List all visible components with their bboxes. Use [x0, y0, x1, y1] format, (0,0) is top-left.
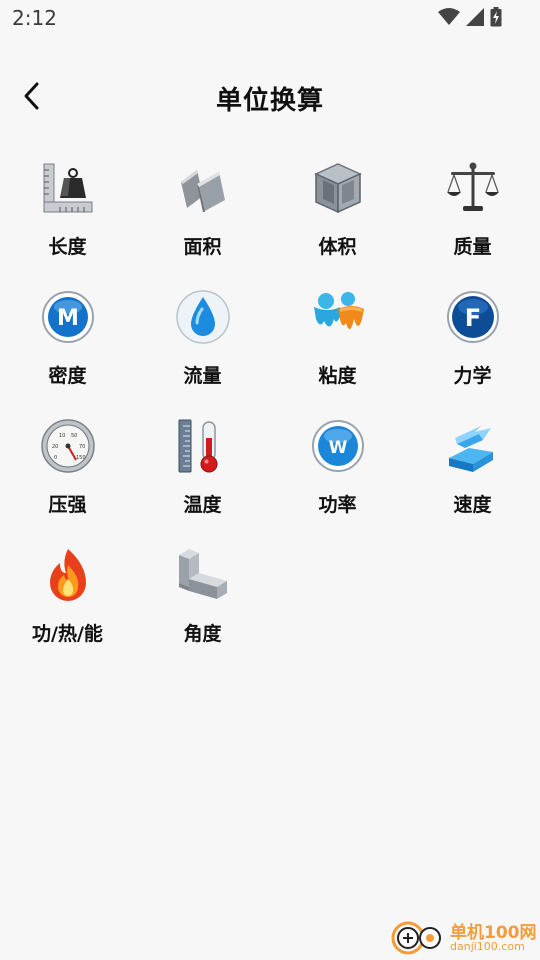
m-badge-icon: M: [40, 289, 96, 345]
category-label: 体积: [318, 236, 357, 258]
scale-icon: [445, 160, 501, 216]
battery-charging-icon: [490, 7, 502, 27]
category-temperature[interactable]: 温度: [135, 416, 270, 545]
category-label: 功率: [318, 494, 357, 516]
unit-category-grid: 长度 面积 体积 质量 M 密度 流量 粘度 F 力学 10 50 20 70 …: [0, 158, 540, 674]
thermometer-icon: [175, 418, 231, 474]
watermark: 单机100网 danji100.com: [388, 916, 537, 958]
category-label: 速度: [453, 494, 492, 516]
w-badge-icon: W: [310, 418, 366, 474]
flame-icon: [40, 547, 96, 603]
category-label: 温度: [183, 494, 222, 516]
ruler-weight-icon: [40, 160, 96, 216]
wifi-icon: [438, 8, 460, 25]
category-area[interactable]: 面积: [135, 158, 270, 287]
category-label: 粘度: [318, 365, 357, 387]
category-density[interactable]: M 密度: [0, 287, 135, 416]
angle-block-icon: [175, 547, 231, 603]
svg-text:F: F: [465, 304, 481, 332]
svg-text:10: 10: [59, 433, 65, 439]
category-mass[interactable]: 质量: [405, 158, 540, 287]
category-speed[interactable]: 速度: [405, 416, 540, 545]
panels-icon: [175, 160, 231, 216]
category-label: 密度: [48, 365, 87, 387]
status-icons: [438, 7, 502, 27]
category-volume[interactable]: 体积: [270, 158, 405, 287]
category-power[interactable]: W 功率: [270, 416, 405, 545]
speed-block-icon: [445, 418, 501, 474]
category-label: 长度: [48, 236, 87, 258]
danji-logo-icon: [391, 921, 441, 955]
svg-text:0: 0: [54, 455, 57, 461]
category-mechanics[interactable]: F 力学: [405, 287, 540, 416]
category-flow[interactable]: 流量: [135, 287, 270, 416]
water-drop-icon: [175, 289, 231, 345]
svg-text:150: 150: [76, 455, 86, 461]
cell-signal-icon: [466, 8, 484, 26]
watermark-url: danji100.com: [450, 940, 525, 953]
category-label: 功/热/能: [32, 623, 103, 645]
page-title: 单位换算: [215, 86, 324, 116]
app-bar: 单位换算: [0, 60, 540, 132]
svg-text:W: W: [329, 438, 348, 458]
svg-text:20: 20: [52, 444, 58, 450]
category-label: 压强: [48, 494, 87, 516]
category-label: 质量: [453, 236, 492, 258]
status-bar: 2:12: [0, 0, 540, 36]
pressure-gauge-icon: 10 50 20 70 0 150: [40, 418, 96, 474]
category-viscosity[interactable]: 粘度: [270, 287, 405, 416]
drip-icon: [310, 289, 366, 345]
svg-text:50: 50: [71, 433, 77, 439]
f-badge-icon: F: [445, 289, 501, 345]
category-length[interactable]: 长度: [0, 158, 135, 287]
category-label: 面积: [183, 236, 222, 258]
status-time: 2:12: [12, 6, 57, 30]
category-pressure[interactable]: 10 50 20 70 0 150 压强: [0, 416, 135, 545]
svg-text:70: 70: [79, 444, 85, 450]
category-label: 角度: [183, 623, 222, 645]
svg-text:M: M: [57, 306, 79, 331]
category-label: 力学: [453, 365, 492, 387]
cube-icon: [310, 160, 366, 216]
category-angle[interactable]: 角度: [135, 545, 270, 674]
category-work-heat-energy[interactable]: 功/热/能: [0, 545, 135, 674]
category-label: 流量: [183, 365, 222, 387]
